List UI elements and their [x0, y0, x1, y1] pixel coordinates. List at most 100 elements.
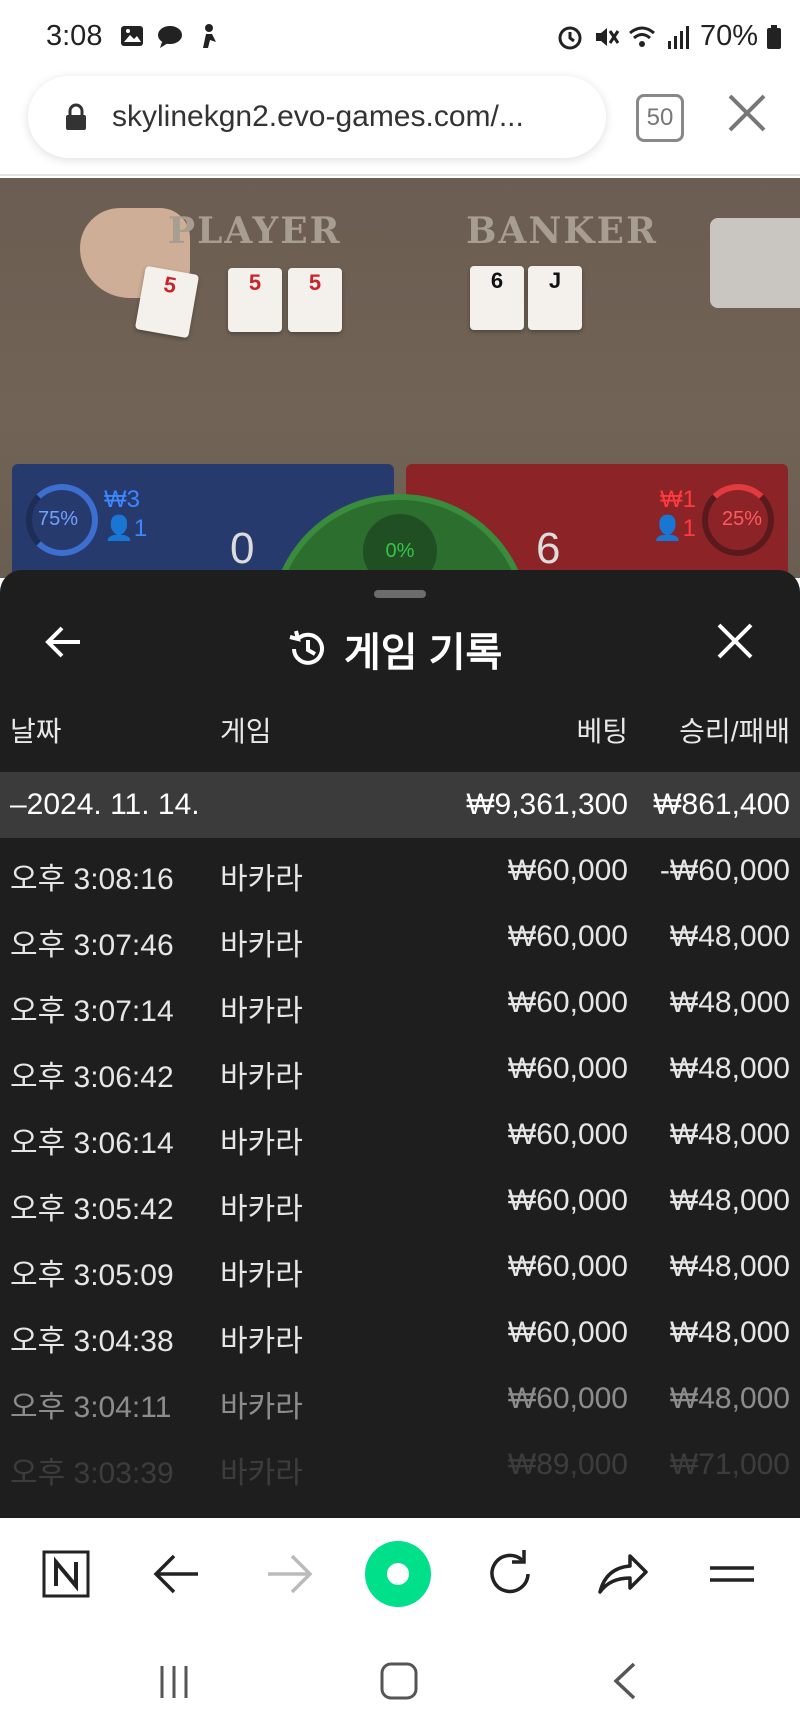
table-row[interactable]: 오후 3:08:16 바카라 ₩60,000 -₩60,000	[0, 838, 800, 904]
tab-count-button[interactable]: 50	[636, 94, 684, 142]
player-bet-amount: ₩3	[104, 486, 140, 513]
row-game: 바카라	[220, 1259, 303, 1292]
row-bet: ₩60,000	[507, 1184, 628, 1217]
day-date: –2024. 11. 14.	[10, 788, 200, 821]
table-row[interactable]: 오후 3:05:42 바카라 ₩60,000 ₩48,000	[0, 1168, 800, 1234]
row-bet: ₩60,000	[507, 1052, 628, 1085]
row-winloss: ₩71,000	[669, 1448, 790, 1481]
row-bet: ₩60,000	[507, 1316, 628, 1349]
table-row[interactable]: 오후 3:07:46 바카라 ₩60,000 ₩48,000	[0, 904, 800, 970]
arrow-left-icon[interactable]	[44, 622, 84, 662]
history-icon	[289, 630, 324, 665]
recents-icon[interactable]	[154, 1662, 194, 1702]
row-winloss: ₩48,000	[669, 1250, 790, 1283]
row-game: 바카라	[220, 1391, 303, 1424]
banker-score: 6	[536, 524, 561, 573]
banker-label: BANKER	[466, 210, 658, 252]
table-row[interactable]: 오후 3:05:09 바카라 ₩60,000 ₩48,000	[0, 1234, 800, 1300]
row-time: 오후 3:03:39	[10, 1457, 174, 1490]
row-game: 바카라	[220, 1127, 303, 1160]
close-icon[interactable]	[726, 92, 768, 134]
history-title: 게임 기록	[286, 620, 502, 678]
table-row[interactable]: 오후 3:07:14 바카라 ₩60,000 ₩48,000	[0, 970, 800, 1036]
row-game: 바카라	[220, 1061, 303, 1094]
row-winloss: ₩48,000	[669, 1316, 790, 1349]
row-time: 오후 3:04:38	[10, 1325, 174, 1358]
mute-icon	[595, 27, 620, 46]
player-score: 0	[230, 524, 255, 573]
signal-icon	[667, 25, 689, 49]
battery-icon	[767, 24, 781, 49]
row-winloss: ₩48,000	[669, 1184, 790, 1217]
notification-icons	[118, 22, 222, 50]
table-row[interactable]: 오후 3:06:14 바카라 ₩60,000 ₩48,000	[0, 1102, 800, 1168]
row-time: 오후 3:04:11	[10, 1391, 172, 1424]
share-icon[interactable]	[592, 1544, 652, 1604]
chat-icon	[158, 26, 182, 48]
row-bet: ₩89,000	[507, 1448, 628, 1481]
status-bar: 3:08 70%	[0, 0, 800, 72]
arrow-left-icon[interactable]	[148, 1544, 208, 1604]
wifi-icon	[628, 26, 655, 47]
player-card: 5	[288, 268, 342, 332]
figure-icon	[203, 24, 216, 48]
row-bet: ₩60,000	[507, 854, 628, 887]
back-icon[interactable]	[606, 1660, 646, 1702]
col-date: 날짜	[10, 716, 62, 747]
row-winloss: ₩48,000	[669, 1052, 790, 1085]
history-list: 오후 3:08:16 바카라 ₩60,000 -₩60,000 오후 3:07:…	[0, 838, 800, 1498]
system-icons: 70%	[556, 20, 782, 53]
gallery-icon	[121, 26, 143, 46]
card-shoe	[710, 218, 800, 308]
row-winloss: -₩60,000	[659, 854, 790, 887]
green-dot-icon[interactable]	[362, 1538, 434, 1610]
row-bet: ₩60,000	[507, 920, 628, 953]
banker-percent: 25%	[721, 508, 762, 530]
arrow-right-icon	[268, 1554, 313, 1594]
row-bet: ₩60,000	[507, 1382, 628, 1415]
row-time: 오후 3:08:16	[10, 863, 174, 896]
url-text: skylinekgn2.evo-games.com/...	[112, 100, 524, 133]
row-game: 바카라	[220, 863, 303, 896]
refresh-icon[interactable]	[480, 1544, 540, 1604]
close-icon[interactable]	[716, 622, 754, 660]
game-history-sheet: 게임 기록 날짜 게임 베팅 승리/패배 –2024. 11. 14. ₩9,3…	[0, 570, 800, 1518]
day-winloss-total: ₩861,400	[653, 788, 790, 821]
player-label: PLAYER	[168, 210, 342, 252]
player-card: 5	[228, 268, 282, 332]
row-time: 오후 3:05:09	[10, 1259, 174, 1292]
row-bet: ₩60,000	[507, 986, 628, 1019]
table-row[interactable]: 오후 3:06:42 바카라 ₩60,000 ₩48,000	[0, 1036, 800, 1102]
history-title-text: 게임 기록	[344, 631, 503, 675]
sheet-drag-handle[interactable]	[374, 590, 426, 598]
row-time: 오후 3:06:42	[10, 1061, 174, 1094]
banker-card: 6	[470, 266, 524, 330]
menu-icon[interactable]	[702, 1544, 762, 1604]
row-game: 바카라	[220, 1325, 303, 1358]
row-winloss: ₩48,000	[669, 1118, 790, 1151]
table-row[interactable]: 오후 3:03:39 바카라 ₩89,000 ₩71,000	[0, 1432, 800, 1498]
home-icon[interactable]	[378, 1660, 420, 1702]
row-game: 바카라	[220, 1457, 303, 1490]
status-time: 3:08	[46, 20, 103, 52]
row-time: 오후 3:05:42	[10, 1193, 174, 1226]
banker-card: J	[528, 266, 582, 330]
row-game: 바카라	[220, 995, 303, 1028]
row-game: 바카라	[220, 1193, 303, 1226]
day-summary-row[interactable]: –2024. 11. 14. ₩9,361,300 ₩861,400	[0, 772, 800, 838]
lock-icon	[66, 103, 86, 130]
col-bet: 베팅	[576, 716, 628, 747]
banker-bet-amount: ₩1	[660, 486, 696, 513]
table-row[interactable]: 오후 3:04:38 바카라 ₩60,000 ₩48,000	[0, 1300, 800, 1366]
naver-home-icon[interactable]	[36, 1544, 96, 1604]
col-winloss: 승리/패배	[679, 716, 790, 747]
row-time: 오후 3:07:14	[10, 995, 174, 1028]
row-bet: ₩60,000	[507, 1250, 628, 1283]
col-game: 게임	[220, 716, 272, 747]
table-row[interactable]: 오후 3:04:11 바카라 ₩60,000 ₩48,000	[0, 1366, 800, 1432]
banker-user-count: 👤1	[652, 515, 696, 542]
address-bar[interactable]: skylinekgn2.evo-games.com/...	[28, 76, 606, 158]
player-card: 5	[134, 265, 200, 339]
row-time: 오후 3:07:46	[10, 929, 174, 962]
row-time: 오후 3:06:14	[10, 1127, 174, 1160]
